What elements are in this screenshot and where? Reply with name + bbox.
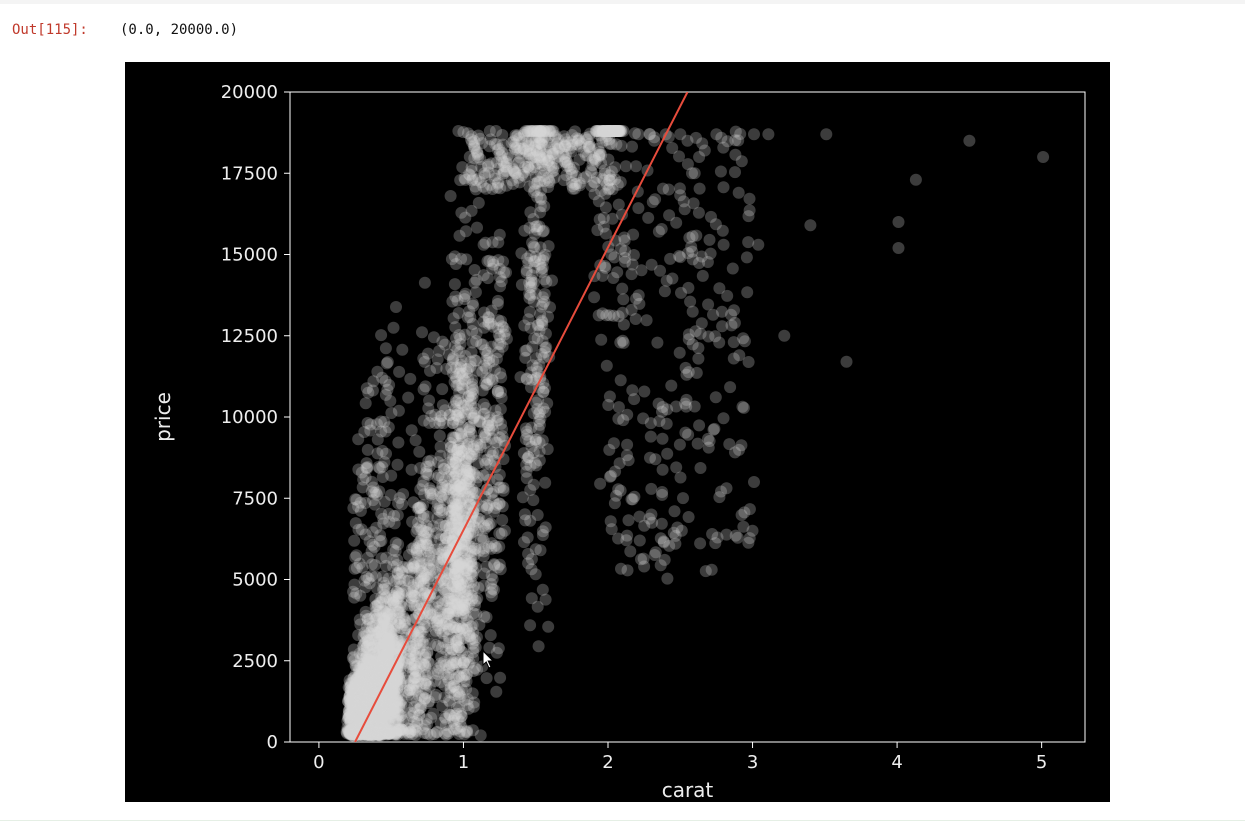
- y-tick-label: 10000: [221, 407, 278, 428]
- y-axis-label: price: [151, 392, 175, 442]
- x-tick-label: 4: [891, 752, 902, 773]
- output-prompt: Out[115]:: [12, 22, 88, 38]
- x-tick-label: 2: [602, 752, 613, 773]
- matplotlib-figure: 0 1 2 3 4 5 0 2500 5000 7500 10000 12500 15000 17500 2…: [125, 62, 1110, 802]
- y-tick-label: 20000: [221, 82, 278, 103]
- cell-toolbar-strip: [0, 0, 1245, 4]
- x-axis-label: carat: [662, 778, 714, 802]
- output-value: (0.0, 20000.0): [120, 22, 238, 38]
- y-tick-label: 2500: [232, 651, 278, 672]
- y-tick-label: 7500: [232, 488, 278, 509]
- y-tick-label: 0: [267, 732, 278, 753]
- x-tick-label: 5: [1036, 752, 1047, 773]
- x-tick-label: 1: [458, 752, 469, 773]
- y-tick-label: 5000: [232, 570, 278, 591]
- cell-divider: [0, 820, 1245, 821]
- y-tick-label: 17500: [221, 163, 278, 184]
- scatter-points: [341, 125, 1050, 742]
- scatter-plot: 0 1 2 3 4 5 0 2500 5000 7500 10000 12500 15000 17500 2…: [125, 62, 1110, 802]
- x-tick-label: 3: [747, 752, 758, 773]
- x-tick-label: 0: [313, 752, 324, 773]
- y-tick-label: 12500: [221, 326, 278, 347]
- y-tick-label: 15000: [221, 245, 278, 266]
